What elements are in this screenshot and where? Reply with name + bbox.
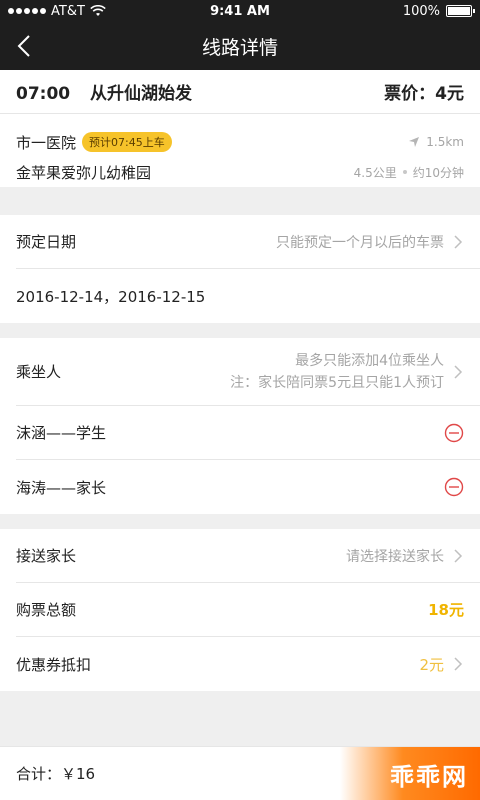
coupon-row[interactable]: 优惠券抵扣 2元 — [0, 637, 480, 691]
carrier-label: AT&T — [51, 3, 85, 19]
brand-logo-text: 乖乖网 — [390, 762, 468, 791]
battery-icon — [446, 5, 475, 17]
trip-card: 07:00 从升仙湖始发 票价：4元 市一医院 预计07:45上车 1.5km … — [0, 70, 480, 187]
status-right: 100% — [402, 3, 475, 19]
passenger-hint-line2: 注：家长陪同票5元且只能1人预订 — [230, 374, 444, 391]
booking-dates-row: 2016-12-14，2016-12-15 — [0, 269, 480, 323]
status-left: AT&T — [8, 4, 106, 19]
coupon-value: 2元 — [419, 655, 444, 674]
boarding-stop-row: 市一医院 预计07:45上车 1.5km — [0, 127, 480, 157]
booking-dates-value: 2016-12-14，2016-12-15 — [16, 287, 206, 306]
wifi-icon — [90, 5, 106, 16]
passenger-label: 乘坐人 — [16, 363, 62, 381]
remove-passenger-icon[interactable] — [444, 477, 464, 497]
depart-time: 07:00 — [16, 84, 71, 104]
separator-dot — [402, 170, 407, 174]
trip-departure: 07:00 从升仙湖始发 — [16, 79, 192, 104]
booking-date-hint: 只能预定一个月以后的车票 — [276, 234, 444, 251]
back-arrow-icon — [17, 35, 30, 57]
total-amount-value: 18元 — [428, 601, 464, 619]
remove-passenger-icon[interactable] — [444, 423, 464, 443]
back-button[interactable] — [12, 32, 36, 60]
trip-header: 07:00 从升仙湖始发 票价：4元 — [0, 70, 480, 114]
boarding-distance: 1.5km — [426, 135, 464, 149]
destination-name: 金苹果爱弥儿幼稚园 — [16, 163, 152, 182]
status-bar: AT&T 9:41 AM 100% — [0, 0, 480, 22]
boarding-time-badge: 预计07:45上车 — [82, 132, 172, 152]
ticket-price: 票价：4元 — [384, 84, 464, 104]
passengers-section: 乘坐人 最多只能添加4位乘坐人 注：家长陪同票5元且只能1人预订 沫涵——学生 … — [0, 338, 480, 514]
chevron-right-icon — [454, 234, 463, 249]
guardian-label: 接送家长 — [16, 547, 77, 565]
total-amount-label: 购票总额 — [16, 601, 77, 619]
total-amount-row: 购票总额 18元 — [16, 583, 480, 637]
destination-duration: 约10分钟 — [412, 165, 464, 180]
booking-date-row[interactable]: 预定日期 只能预定一个月以后的车票 — [16, 215, 480, 269]
page-title: 线路详情 — [201, 36, 278, 59]
chevron-right-icon — [454, 548, 463, 563]
bottom-bar: 合计：￥16 乖乖网 — [0, 746, 480, 800]
navigation-bar: 线路详情 — [0, 22, 480, 70]
guardian-hint: 请选择接送家长 — [346, 548, 444, 565]
order-total: 合计：￥16 — [16, 765, 96, 783]
passenger-name: 沫涵——学生 — [16, 424, 107, 442]
destination-row: 金苹果爱弥儿幼稚园 4.5公里 约10分钟 — [0, 157, 480, 187]
chevron-right-icon — [454, 364, 463, 379]
summary-section: 接送家长 请选择接送家长 购票总额 18元 优惠券抵扣 2元 — [0, 529, 480, 691]
add-passenger-row[interactable]: 乘坐人 最多只能添加4位乘坐人 注：家长陪同票5元且只能1人预订 — [16, 338, 480, 406]
guardian-row[interactable]: 接送家长 请选择接送家长 — [16, 529, 480, 583]
passenger-row: 沫涵——学生 — [16, 406, 480, 460]
destination-distance: 4.5公里 — [353, 165, 397, 180]
depart-origin: 从升仙湖始发 — [90, 84, 193, 104]
location-arrow-icon — [409, 137, 420, 147]
booking-date-section: 预定日期 只能预定一个月以后的车票 2016-12-14，2016-12-15 — [0, 215, 480, 323]
brand-watermark: 乖乖网 — [340, 747, 480, 800]
passenger-hint-line1: 最多只能添加4位乘坐人 — [295, 352, 444, 369]
passenger-row: 海涛——家长 — [0, 460, 480, 514]
boarding-stop-name: 市一医院 — [16, 133, 77, 152]
booking-date-label: 预定日期 — [16, 233, 77, 251]
battery-percent: 100% — [402, 3, 440, 19]
chevron-right-icon — [454, 657, 463, 671]
coupon-label: 优惠券抵扣 — [16, 655, 92, 674]
signal-strength-icon — [8, 8, 46, 14]
passenger-name: 海涛——家长 — [16, 478, 107, 497]
